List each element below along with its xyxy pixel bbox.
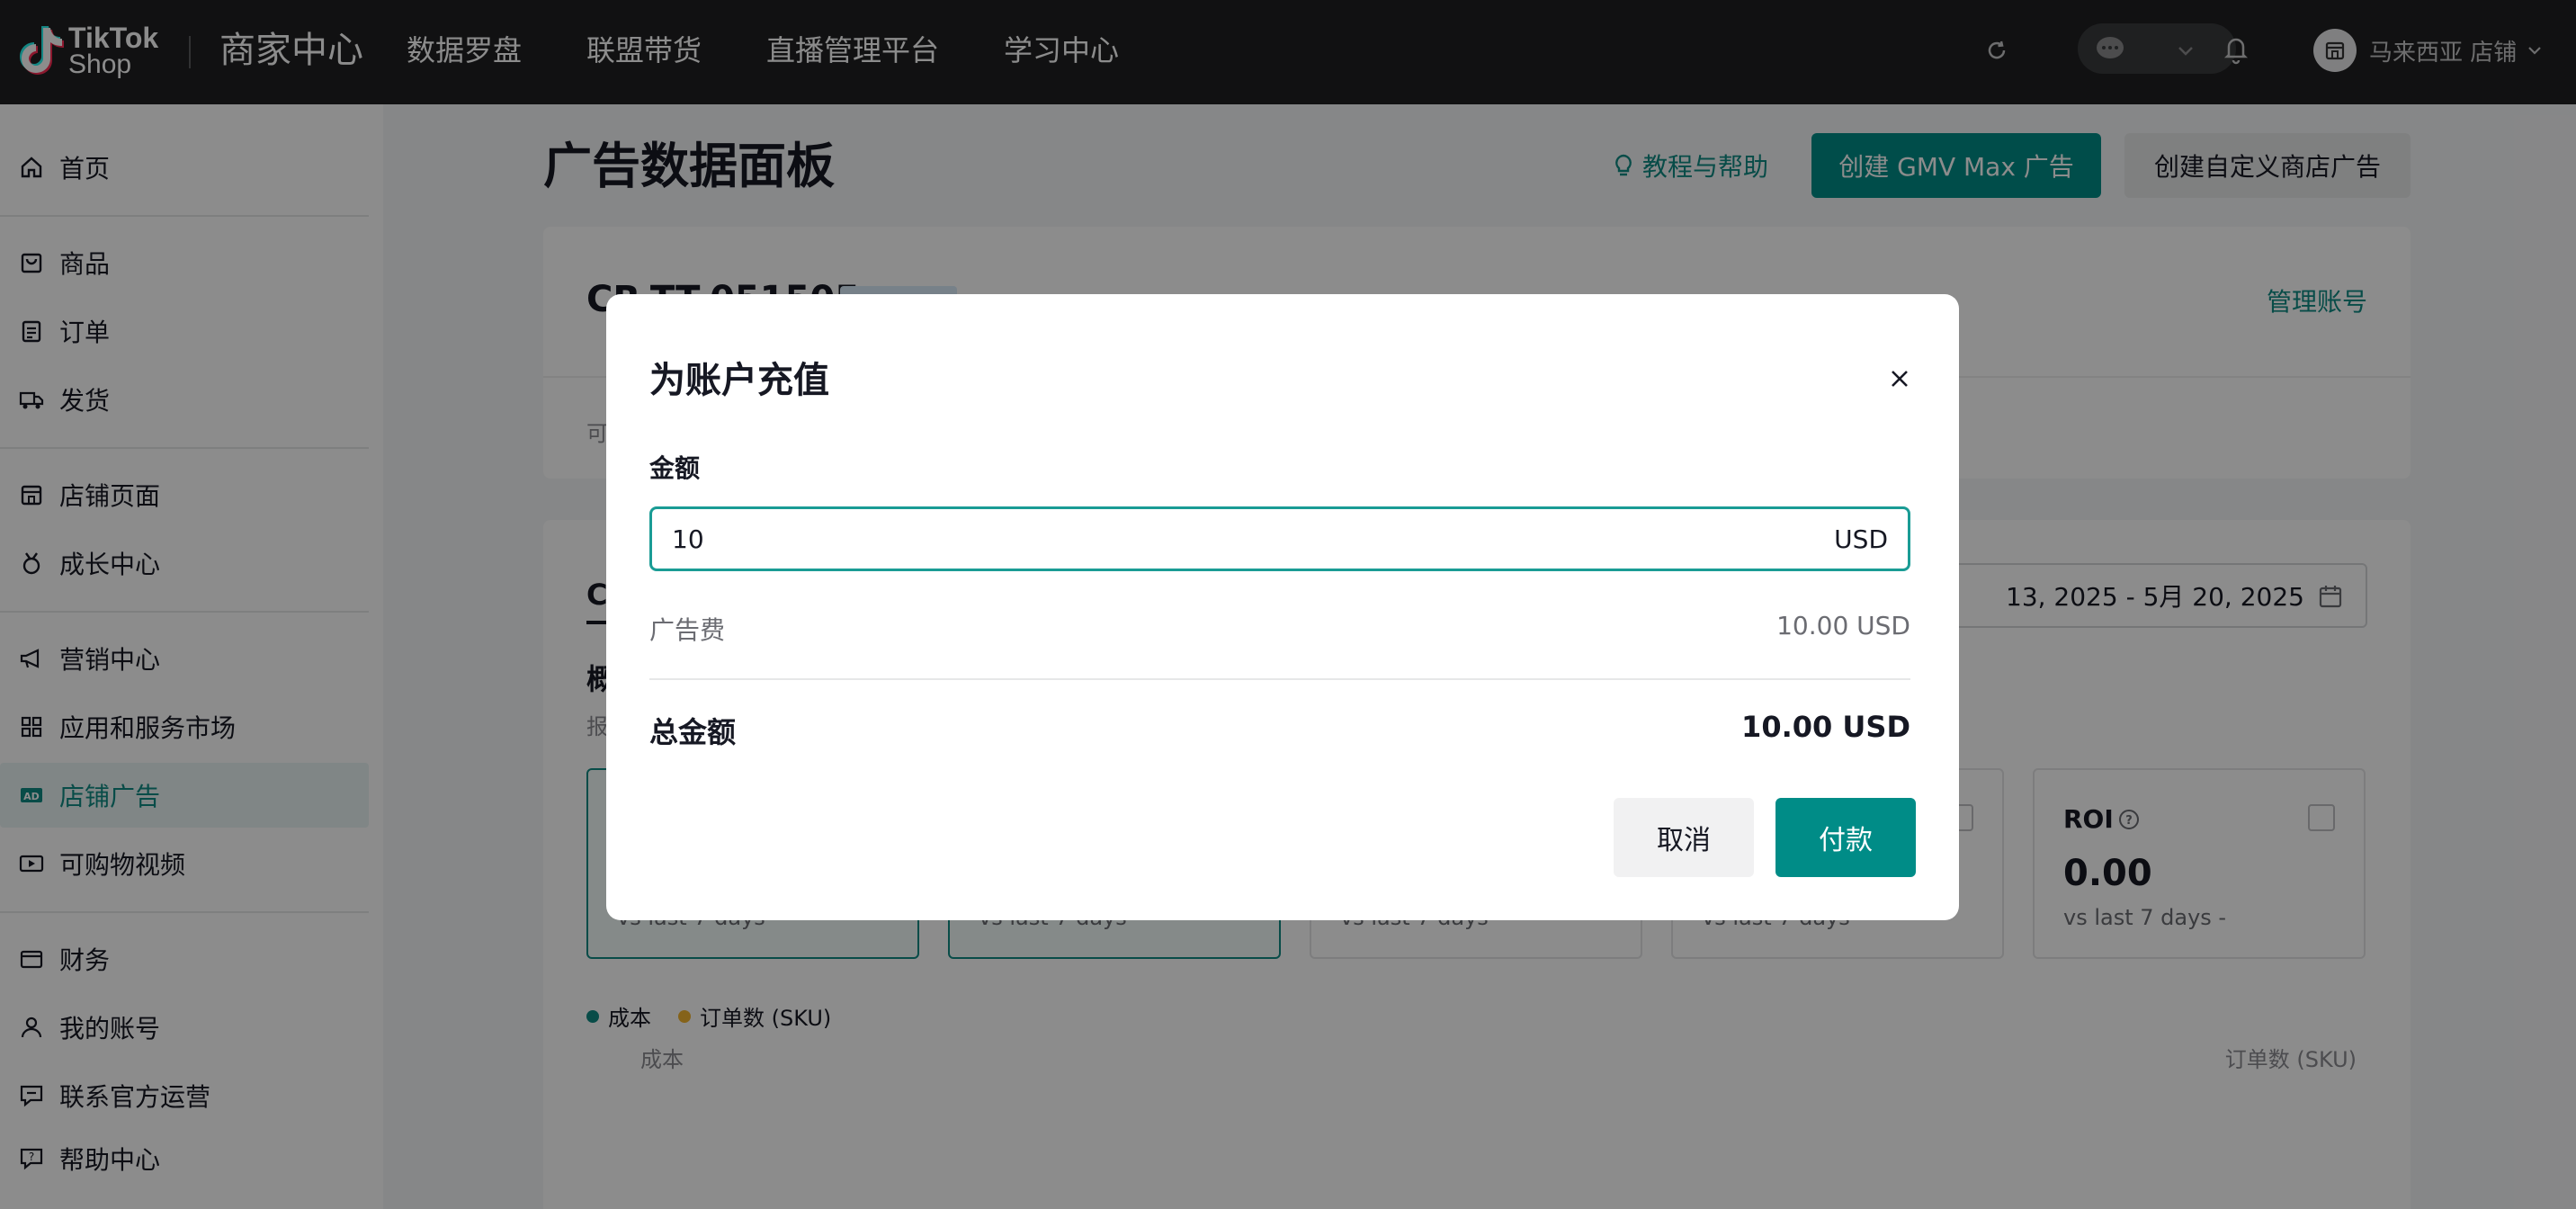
- close-icon[interactable]: [1883, 363, 1916, 395]
- amount-unit: USD: [1834, 524, 1888, 554]
- total-value: 10.00 USD: [1741, 710, 1910, 744]
- amount-input[interactable]: 10 USD: [649, 506, 1910, 571]
- ad-fee-label: 广告费: [649, 615, 726, 645]
- total-label: 总金额: [649, 715, 737, 749]
- recharge-dialog: 为账户充值 金额 10 USD 广告费 10.00 USD 总金额 10.00 …: [606, 294, 1959, 920]
- dialog-title: 为账户充值: [649, 360, 829, 401]
- ad-fee-value: 10.00 USD: [1776, 611, 1910, 640]
- total-row: 总金额 10.00 USD: [649, 710, 1910, 751]
- dialog-divider: [649, 678, 1910, 680]
- amount-label: 金额: [649, 453, 701, 483]
- cancel-button[interactable]: 取消: [1614, 798, 1754, 877]
- pay-button[interactable]: 付款: [1775, 798, 1916, 877]
- ad-fee-row: 广告费 10.00 USD: [649, 611, 1910, 647]
- amount-input-value[interactable]: 10: [672, 524, 1834, 554]
